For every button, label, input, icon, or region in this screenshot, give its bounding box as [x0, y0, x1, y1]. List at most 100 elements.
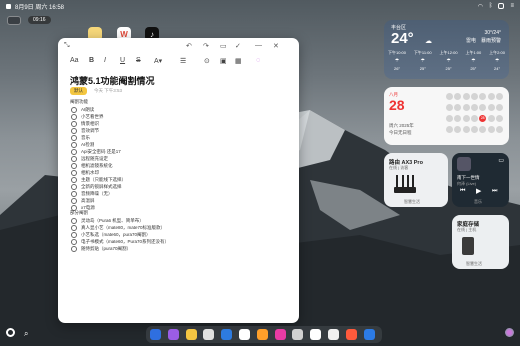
checkbox-icon[interactable] [71, 176, 77, 183]
calendar-date[interactable] [495, 104, 503, 111]
calendar-date[interactable] [446, 115, 453, 122]
checklist-item[interactable]: 音效调节 [71, 127, 291, 134]
dock-app-icon[interactable] [239, 329, 250, 340]
dock-app-icon[interactable] [256, 329, 268, 340]
calendar-date[interactable] [470, 115, 478, 122]
text-color-icon[interactable]: A▾ [154, 57, 162, 65]
calendar-date[interactable] [462, 126, 470, 133]
calendar-date[interactable] [495, 115, 503, 122]
calendar-date[interactable] [454, 104, 462, 111]
calendar-date[interactable] [495, 93, 503, 100]
calendar-date[interactable] [454, 126, 462, 133]
calendar-date[interactable] [462, 104, 470, 111]
checklist-item[interactable]: Api安全密码 还是17 [71, 148, 291, 155]
music-widget[interactable]: ▭ 南下一世情 何泽 (Live) ⏮ ▶ ⏭ 音乐 [452, 153, 509, 207]
checklist-item[interactable]: 主题（只能线下选择） [71, 176, 291, 183]
bluetooth-icon[interactable]: ᛒ [489, 3, 493, 9]
checklist-item[interactable]: 真人显小艺（mate80，mate70标准版款） [71, 224, 291, 231]
play-button[interactable]: ▶ [476, 187, 481, 195]
dock-app-icon[interactable] [310, 329, 322, 340]
dock-app-icon[interactable] [292, 329, 304, 340]
checklist-item[interactable]: 全新的锁屏样式选择 [71, 183, 291, 190]
checkbox-icon[interactable] [71, 169, 77, 176]
minimize-icon[interactable]: — [255, 42, 262, 49]
dock-app-icon[interactable] [363, 329, 375, 340]
checklist-item[interactable]: 小艺看世界 [71, 113, 291, 120]
close-icon[interactable]: ✕ [273, 42, 279, 50]
checklist-item[interactable]: 小艺私选（mate60，pura70阉割） [71, 231, 291, 238]
category-tag[interactable]: 默认 [70, 87, 87, 95]
calendar-date[interactable] [470, 126, 478, 133]
checkbox-icon[interactable] [71, 197, 77, 204]
format-painter-icon[interactable]: ▭ [220, 42, 227, 50]
checkbox-icon[interactable] [71, 155, 77, 162]
checkbox-icon[interactable] [71, 106, 77, 113]
checklist-item[interactable]: AI检测 [71, 141, 291, 148]
align-icon[interactable]: ☰ [180, 57, 186, 65]
calendar-date[interactable] [446, 104, 453, 111]
italic-icon[interactable]: I [104, 57, 106, 64]
next-button[interactable]: ⏭ [492, 188, 497, 195]
calendar-date[interactable] [487, 115, 495, 122]
checklist-item[interactable]: 相机水印 [71, 169, 291, 176]
checklist-item[interactable]: 电子书模式（mate60，Pura70系列还没有） [71, 238, 291, 245]
desktop-thumbnail[interactable] [7, 16, 21, 25]
calendar-date[interactable] [495, 126, 503, 133]
checkbox-icon[interactable] [71, 238, 77, 245]
checkbox-icon[interactable] [71, 224, 77, 231]
checklist-item[interactable]: 随侍剪贴（pura70阉割） [71, 245, 291, 252]
calendar-date[interactable] [454, 93, 462, 100]
calendar-date[interactable] [479, 93, 487, 100]
calendar-widget[interactable]: 八月 28 周六 2025年 今日无日程 28 [384, 87, 509, 145]
image-icon[interactable]: ▣ [220, 57, 227, 65]
calendar-date[interactable] [479, 104, 487, 111]
checkbox-icon[interactable] [71, 141, 77, 148]
strikethrough-icon[interactable]: S [136, 57, 141, 64]
checklist-item[interactable]: x7电源 [71, 204, 291, 211]
checkbox-icon[interactable] [71, 190, 77, 197]
checkbox-icon[interactable] [71, 231, 77, 238]
bold-icon[interactable]: B [89, 57, 94, 64]
calendar-date[interactable] [446, 93, 453, 100]
dock-app-icon[interactable] [203, 329, 215, 340]
router-widget[interactable]: 路由 AX3 Pro 在线 | 访客 智慧生活 [384, 153, 448, 207]
prev-button[interactable]: ⏮ [460, 188, 465, 195]
checkbox-icon[interactable] [71, 217, 77, 224]
dock-app-icon[interactable] [274, 329, 286, 340]
calendar-date[interactable] [462, 93, 470, 100]
text-style-icon[interactable]: Aa [70, 57, 79, 64]
dock-app-icon[interactable] [345, 329, 357, 340]
calendar-date[interactable] [446, 126, 453, 133]
calendar-date[interactable] [462, 115, 470, 122]
done-icon[interactable]: ✓ [235, 42, 241, 50]
calendar-date[interactable] [470, 104, 478, 111]
calendar-date[interactable] [487, 126, 495, 133]
calendar-date[interactable] [479, 126, 487, 133]
checkbox-icon[interactable] [71, 120, 77, 127]
weather-widget[interactable]: 丰台区 24° ☁ 30°/24° 雷电 暴雨预警 下午10:00 ☂ 26° 下午1… [384, 20, 509, 79]
checkbox-icon[interactable] [71, 245, 77, 252]
checklist-item[interactable]: 音频降噪（无） [71, 190, 291, 197]
checklist-item[interactable]: 情景相识 [71, 120, 291, 127]
checklist-item[interactable]: 高温屏 [71, 197, 291, 204]
checklist-item[interactable]: 相机滤镜系统化 [71, 162, 291, 169]
dock-app-icon[interactable] [150, 329, 161, 340]
checklist-item[interactable]: 远程随充设定 [71, 155, 291, 162]
wifi-icon[interactable]: ◠ [478, 3, 483, 10]
checkbox-icon[interactable] [71, 148, 77, 155]
checkbox-icon[interactable] [71, 134, 77, 141]
ai-assist-icon[interactable]: ◌ [256, 57, 260, 64]
checkbox-icon[interactable] [71, 183, 77, 190]
storage-widget[interactable]: 家庭存储 在线 | 主机 智慧生活 [452, 215, 509, 269]
cast-icon[interactable]: ▭ [498, 157, 504, 164]
app-center-button[interactable] [505, 328, 514, 337]
control-center-icon[interactable]: ≡ [510, 3, 514, 9]
checkbox-icon[interactable] [71, 113, 77, 120]
collapse-icon[interactable]: ⤡ [64, 42, 70, 50]
calendar-date[interactable] [487, 104, 495, 111]
dock-app-icon[interactable] [167, 329, 179, 340]
calendar-date[interactable]: 28 [479, 115, 487, 122]
checkbox-icon[interactable] [71, 127, 77, 134]
underline-icon[interactable]: U [120, 57, 125, 64]
checklist-item[interactable]: 音乐 [71, 134, 291, 141]
